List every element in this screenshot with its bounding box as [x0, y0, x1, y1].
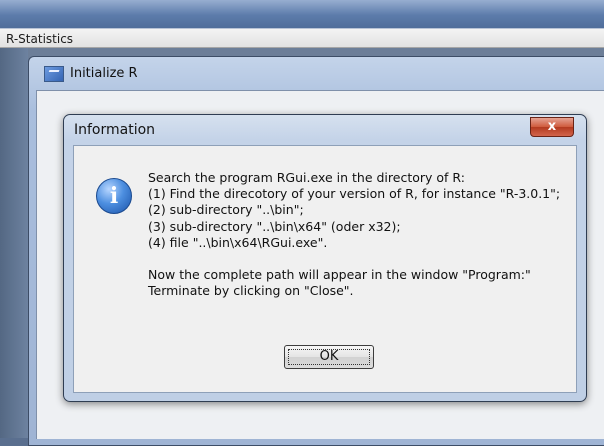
message-line: (3) sub-directory "..\bin\x64" (oder x32… [148, 218, 401, 234]
desktop-background [0, 0, 604, 30]
message-line: Terminate by clicking on "Close". [148, 283, 354, 299]
close-icon: x [547, 119, 557, 134]
dialog-content-panel: i Search the program RGui.exe in the dir… [73, 145, 577, 393]
ok-button[interactable]: OK [284, 345, 374, 369]
close-button[interactable]: x [530, 117, 574, 137]
message-line: (4) file "..\bin\x64\RGui.exe". [148, 234, 328, 250]
dialog-message: Search the program RGui.exe in the direc… [148, 170, 568, 299]
information-dialog: Information x i Search the program RGui.… [63, 114, 587, 402]
message-line: Now the complete path will appear in the… [148, 267, 531, 283]
initialize-r-titlebar[interactable]: Initialize R [44, 63, 138, 85]
outer-window-titlebar[interactable]: R-Statistics [0, 28, 604, 48]
r-app-icon [44, 66, 64, 82]
message-line: (1) Find the direcotory of your version … [148, 186, 561, 202]
outer-window-title: R-Statistics [6, 32, 74, 46]
message-line: Search the program RGui.exe in the direc… [148, 170, 465, 185]
outer-window-left-frame [0, 48, 28, 438]
dialog-title: Information [74, 122, 156, 138]
message-line: (2) sub-directory "..\bin"; [148, 202, 304, 218]
focus-rectangle [288, 349, 370, 365]
initialize-r-title: Initialize R [70, 66, 138, 81]
info-icon: i [96, 178, 132, 214]
